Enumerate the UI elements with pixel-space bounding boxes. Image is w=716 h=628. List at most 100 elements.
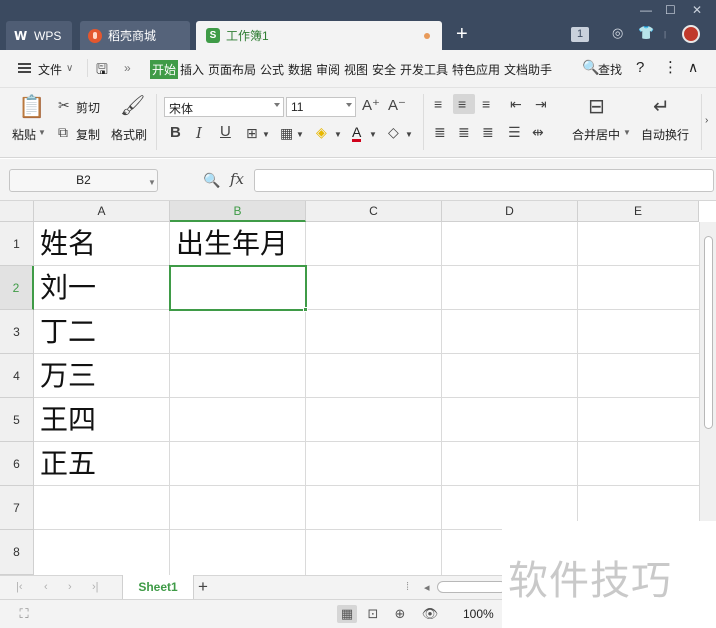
window-count-badge[interactable]: 1 [571,27,589,42]
help-icon[interactable]: ? [636,59,644,76]
increase-font-icon[interactable]: A⁺ [362,98,380,113]
column-header-d[interactable]: D [442,201,578,222]
search-label[interactable]: 查找 [598,61,622,78]
more-options-icon[interactable]: ⋮ [663,58,678,76]
tab-home[interactable]: 开始 [150,60,179,79]
sheet-tab-sheet1[interactable]: Sheet1 [122,575,194,600]
next-sheet-icon[interactable]: › [68,581,72,593]
column-header-e[interactable]: E [578,201,699,222]
fx-icon[interactable]: fx [230,172,244,187]
align-middle-icon[interactable]: ≡ [458,97,466,111]
bold-button[interactable]: B [170,125,181,140]
skin-icon[interactable]: ◎ [612,25,623,41]
align-right-icon[interactable]: ≣ [482,125,494,139]
align-bottom-icon[interactable]: ≡ [482,97,490,111]
chevron-down-icon[interactable]: ∨ [66,63,73,74]
cut-label[interactable]: 剪切 [76,99,100,116]
font-size-select[interactable]: 11 [286,97,356,117]
page-layout-view-icon[interactable]: ⊕ [390,605,410,623]
select-all-corner[interactable] [0,201,34,222]
first-sheet-icon[interactable]: |‹ [16,581,23,593]
name-box[interactable]: B2 [9,169,158,192]
shirt-icon[interactable]: 👕 [638,25,654,41]
chevron-down-icon[interactable]: ▼ [262,128,270,142]
cell-a1[interactable]: 姓名 [40,222,96,266]
tab-data[interactable]: 数据 [288,61,312,78]
paste-icon[interactable]: 📋 [18,96,45,118]
chevron-down-icon[interactable]: ▼ [334,128,342,142]
search-icon[interactable]: 🔍 [582,59,599,76]
tab-daoke-store[interactable]: 稻壳商城 [80,21,190,50]
cell-b1[interactable]: 出生年月 [176,222,288,266]
cell-a2[interactable]: 刘一 [40,266,96,310]
scroll-left-icon[interactable]: ◂ [424,581,430,594]
format-painter-label[interactable]: 格式刷 [111,126,147,143]
fill-handle[interactable] [303,307,308,312]
chevron-down-icon[interactable]: ▼ [623,128,631,137]
merge-center-label[interactable]: 合并居中 [572,126,620,143]
close-icon[interactable]: ✕ [692,3,702,17]
row-header-3[interactable]: 3 [0,310,34,354]
font-color-icon[interactable]: A [352,125,362,142]
file-menu[interactable]: 文件 [38,61,62,78]
collapse-ribbon-icon[interactable]: ∧ [688,59,698,76]
minimize-icon[interactable]: — [640,3,652,17]
column-header-c[interactable]: C [306,201,442,222]
italic-button[interactable]: I [196,126,202,141]
outdent-icon[interactable]: ⇤ [510,97,522,111]
copy-icon[interactable]: ⧉ [58,125,68,139]
row-header-2[interactable]: 2 [0,266,34,310]
cell-style-icon[interactable]: ▦ [280,126,293,140]
save-icon[interactable]: 🖫 [96,59,108,83]
eraser-icon[interactable]: ◇ [388,125,399,139]
tab-view[interactable]: 视图 [344,61,368,78]
align-top-icon[interactable]: ≡ [434,97,442,111]
underline-button[interactable]: U [220,124,231,139]
scissors-icon[interactable]: ✂ [58,98,70,112]
paste-dropdown-icon[interactable]: ▼ [38,128,46,137]
decrease-font-icon[interactable]: A⁻ [388,98,406,113]
chevron-down-icon[interactable]: ▼ [405,128,413,142]
cell-a3[interactable]: 丁二 [40,310,96,354]
fill-color-icon[interactable]: ◈ [316,125,327,139]
row-header-1[interactable]: 1 [0,222,34,266]
border-icon[interactable]: ⊞ [246,126,258,140]
row-header-5[interactable]: 5 [0,398,34,442]
paste-label[interactable]: 粘贴 [12,126,36,143]
more-arrows-icon[interactable]: » [124,61,131,75]
cell-a6[interactable]: 正五 [40,442,96,486]
tab-workbook[interactable]: S 工作簿1 [196,21,442,50]
distributed-icon[interactable]: ⇹ [532,125,544,139]
cell-a5[interactable]: 王四 [40,398,96,442]
row-header-7[interactable]: 7 [0,486,34,530]
wrap-text-label[interactable]: 自动换行 [641,126,689,143]
new-tab-button[interactable]: + [456,24,468,44]
align-left-icon[interactable]: ≣ [434,125,446,139]
maximize-icon[interactable]: ☐ [665,3,676,17]
chevron-down-icon[interactable]: ▼ [296,128,304,142]
reading-mode-icon[interactable]: 👁 [420,605,440,623]
row-header-8[interactable]: 8 [0,530,34,575]
spreadsheet-grid[interactable]: A B C D E 1 2 3 4 5 6 7 8 姓名 出生年月 刘一 丁二 … [0,201,716,575]
align-center-icon[interactable]: ≣ [458,125,470,139]
tab-features[interactable]: 特色应用 [452,61,500,78]
cell-a4[interactable]: 万三 [40,354,96,398]
tab-insert[interactable]: 插入 [180,61,204,78]
chevron-down-icon[interactable]: ▼ [369,128,377,142]
font-name-select[interactable]: 宋体 [164,97,284,117]
zoom-formula-icon[interactable]: 🔍 [203,173,220,187]
ribbon-scroll-right-icon[interactable]: › [705,114,708,128]
normal-view-icon[interactable]: ▦ [337,605,357,623]
copy-label[interactable]: 复制 [76,126,100,143]
macro-icon[interactable]: ⛶ [14,605,34,623]
tab-doc-assistant[interactable]: 文档助手 [504,61,552,78]
tab-wps[interactable]: W WPS [6,21,72,50]
last-sheet-icon[interactable]: ›| [92,581,99,593]
tab-formulas[interactable]: 公式 [260,61,284,78]
tab-review[interactable]: 审阅 [316,61,340,78]
row-header-4[interactable]: 4 [0,354,34,398]
hamburger-menu-icon[interactable] [18,63,31,73]
horizontal-scroll-thumb[interactable] [437,581,507,593]
column-header-b[interactable]: B [170,201,306,222]
prev-sheet-icon[interactable]: ‹ [44,581,48,593]
